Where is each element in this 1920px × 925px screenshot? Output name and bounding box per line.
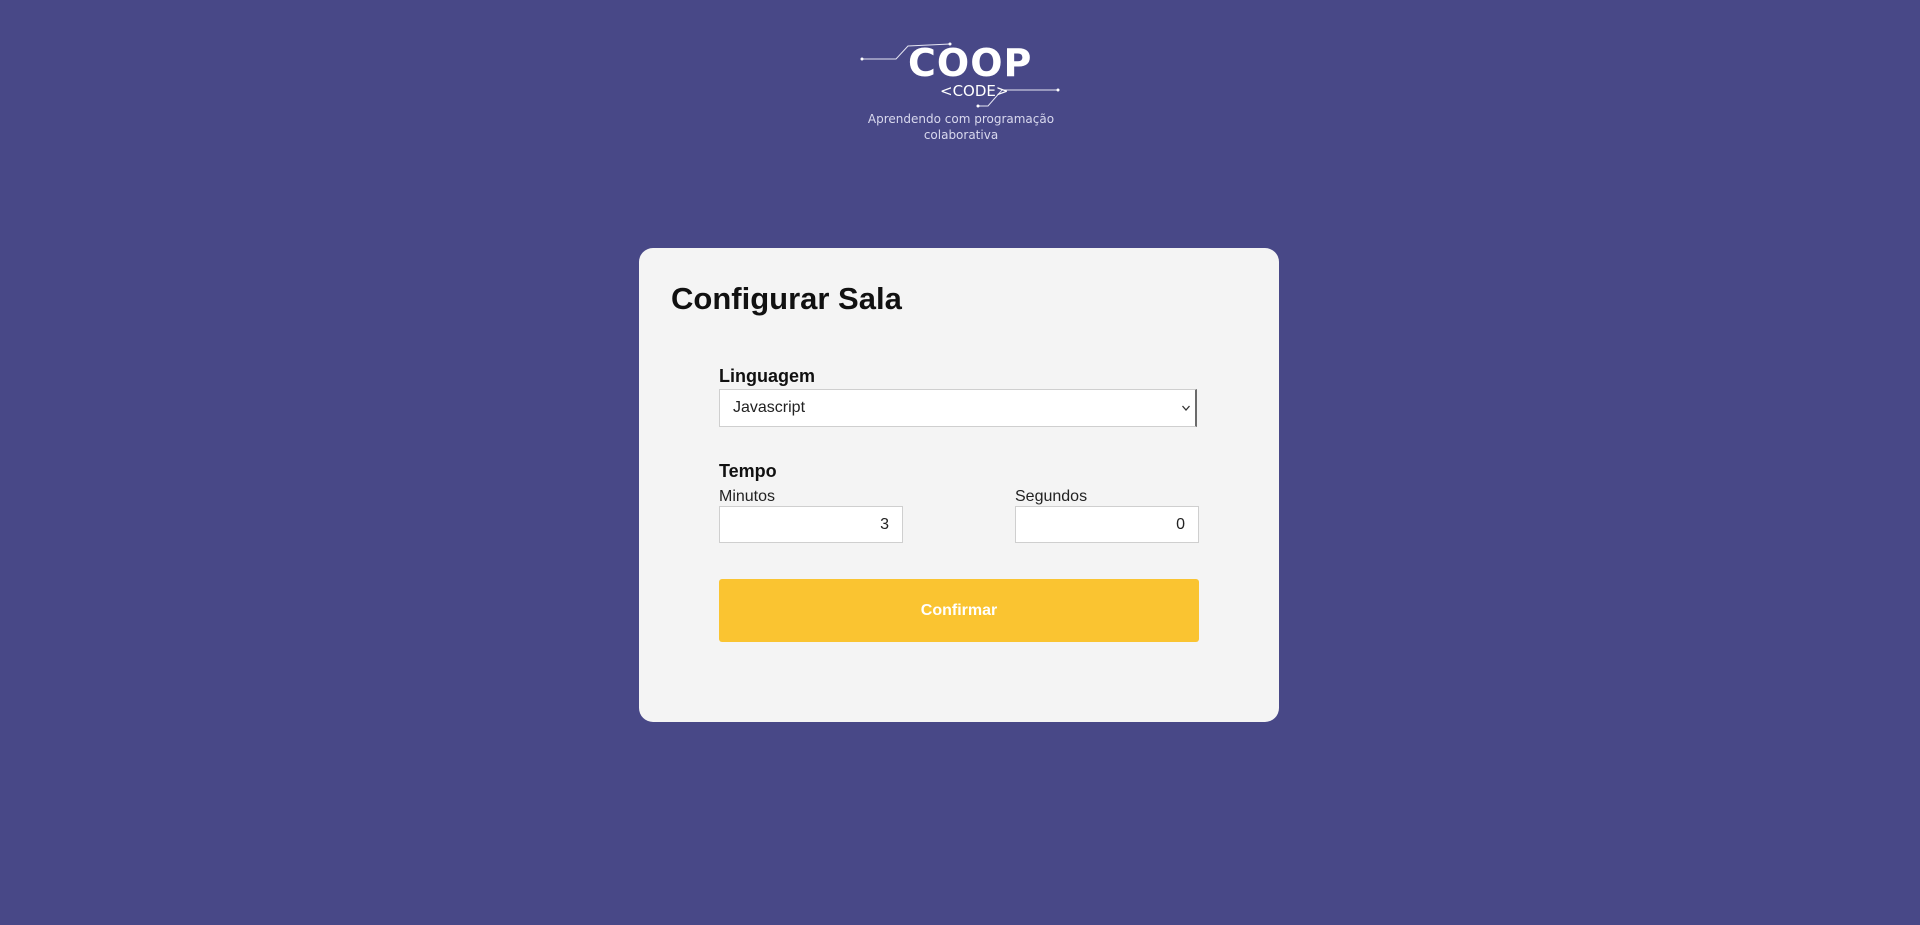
chevron-down-icon bbox=[1182, 405, 1190, 411]
language-select-value: Javascript bbox=[733, 399, 806, 416]
logo-subtitle: <CODE> bbox=[940, 82, 1009, 100]
minutes-value: 3 bbox=[880, 516, 889, 533]
page: COOP <CODE> Aprendendo com programação c… bbox=[0, 0, 1920, 925]
logo-tagline: Aprendendo com programação colaborativa bbox=[867, 112, 1055, 142]
page-title: Configurar Sala bbox=[671, 281, 902, 316]
seconds-value: 0 bbox=[1176, 516, 1185, 533]
confirm-button[interactable]: Confirmar bbox=[719, 579, 1199, 642]
minutes-input[interactable]: 3 bbox=[719, 506, 903, 543]
language-label: Linguagem bbox=[719, 366, 816, 386]
logo-title: COOP bbox=[908, 41, 1033, 85]
time-label: Tempo bbox=[719, 461, 777, 481]
coopcode-logo: COOP <CODE> Aprendendo com programação c… bbox=[860, 38, 1060, 148]
seconds-input[interactable]: 0 bbox=[1015, 506, 1199, 543]
room-config-card: Configurar Sala Linguagem Javascript Tem… bbox=[639, 248, 1279, 722]
language-select[interactable]: Javascript bbox=[719, 389, 1197, 427]
seconds-label: Segundos bbox=[1015, 488, 1088, 505]
minutes-label: Minutos bbox=[719, 488, 776, 505]
